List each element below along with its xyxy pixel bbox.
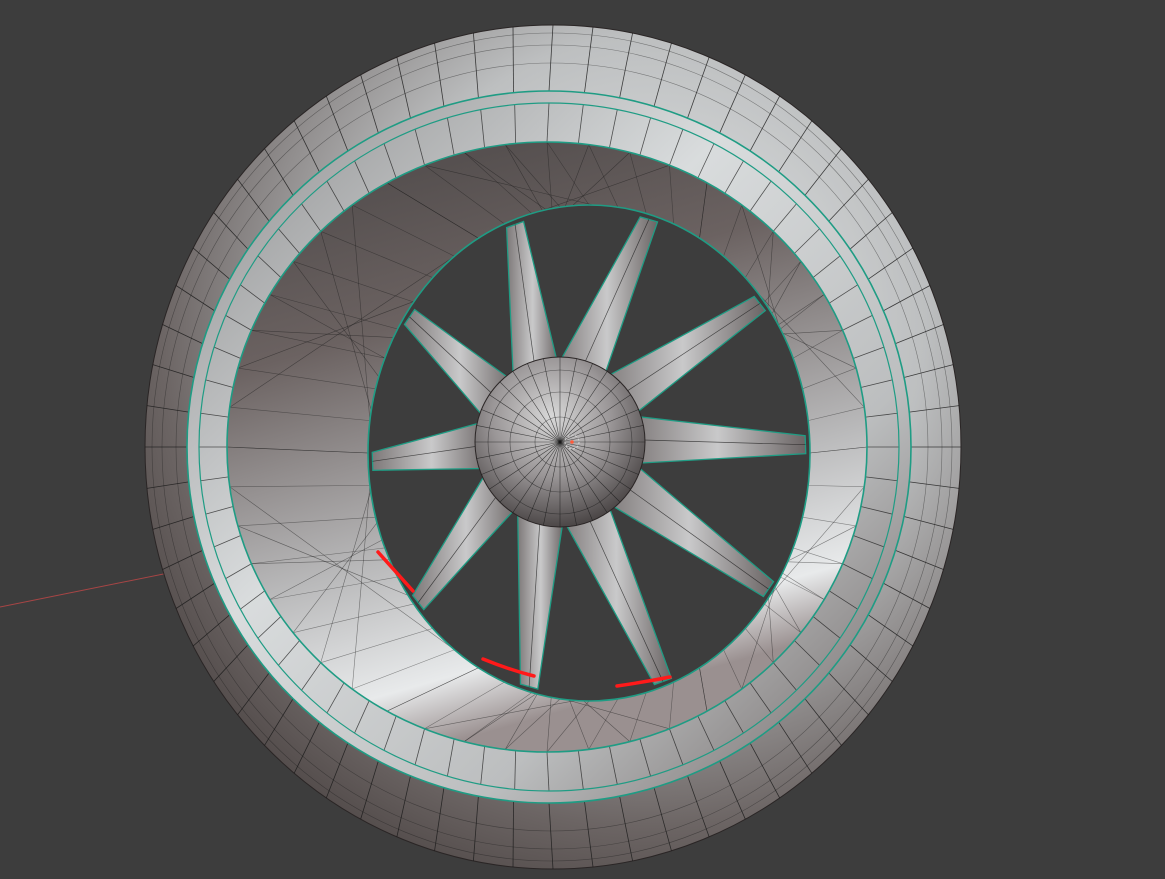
hub-wireframe [475, 357, 645, 527]
3d-viewport[interactable] [0, 0, 1165, 879]
outer-ring-edge [512, 801, 514, 867]
viewport-canvas[interactable] [0, 0, 1165, 879]
outer-ring-edge [512, 27, 514, 93]
